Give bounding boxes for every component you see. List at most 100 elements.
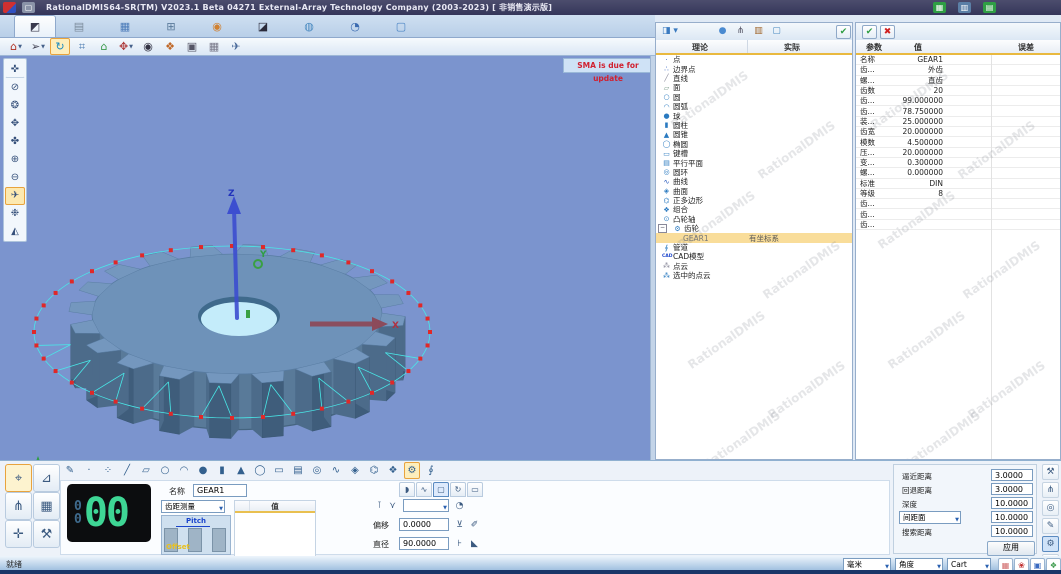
sensor-t-icon[interactable]: ⊺ [373,499,386,512]
curve-feature-icon[interactable]: ∿ [328,462,344,479]
probe-disable-icon[interactable]: ⊘ [5,78,25,96]
probe-param-input[interactable] [991,497,1033,509]
box-button[interactable]: ▦ [204,38,224,55]
monitor-ribbon-tab[interactable]: ▢ [378,16,424,37]
name-input[interactable] [193,484,247,497]
circle-feature-icon[interactable]: ○ [157,462,173,479]
expand-toggle-icon[interactable]: − [658,224,667,233]
probe-mode-tab[interactable]: ◗ [399,482,415,497]
measure-mode-dropdown[interactable]: 齿距测量▼ [161,500,225,513]
card-mode-tab[interactable]: ▭ [467,482,483,497]
tree-checkbox[interactable]: ✔ [836,25,851,39]
offset-input[interactable] [399,518,449,531]
probe-param-input[interactable] [991,469,1033,481]
axes-dropdown-arrow[interactable]: ▼ [129,44,133,50]
close-icon[interactable]: ✖ [880,25,895,39]
camera-label-button[interactable]: ▣ [182,38,202,55]
probe-ribbon-tab[interactable]: ◩ [14,15,56,37]
probe-scan-icon[interactable]: ❉ [5,205,25,223]
sensor-y-icon[interactable]: ⋎ [386,499,399,512]
probe-param-input[interactable] [991,483,1033,495]
probe-manual-icon[interactable]: ✥ [5,114,25,132]
auto-run-icon[interactable]: ◔ [453,499,466,512]
eye-button[interactable]: ◉ [138,38,158,55]
point-grid-feature-icon[interactable]: ⁘ [100,462,116,479]
orbit-button[interactable]: ↻ [50,38,70,55]
clock-ribbon-tab[interactable]: ◔ [332,16,378,37]
target-icon[interactable]: ◎ [1042,500,1059,516]
diameter-apply-icon[interactable]: ◣ [468,537,481,550]
measure-feature-button[interactable]: ⌖ [5,464,32,492]
combine-feature-icon[interactable]: ❖ [385,462,401,479]
tree-item-line[interactable]: ╱直线 [656,74,852,83]
fly-probe-button[interactable]: ✈ [226,38,246,55]
gear-feature-icon[interactable]: ⚙ [404,462,420,479]
machine-button[interactable]: ⚒ [33,520,60,548]
probe-align-icon[interactable]: ◭ [5,223,25,241]
ellipse-feature-icon[interactable]: ◯ [252,462,268,479]
line-feature-icon[interactable]: ╱ [119,462,135,479]
probe-view-icon[interactable]: ⋔ [734,25,747,37]
apply-button[interactable]: 应用 [987,541,1035,556]
feature-cube-icon[interactable]: ◨ ▾ [662,25,678,37]
alignment-axes-button[interactable]: ✛ [5,520,32,548]
sphere-view-icon[interactable]: ● [716,25,729,37]
calculator-button[interactable]: ▦ [33,492,60,520]
table-ribbon-tab[interactable]: ▦ [102,16,148,37]
plane-feature-icon[interactable]: ▱ [138,462,154,479]
probe-pen-feature-icon[interactable]: ✎ [62,462,78,479]
probe-fly-icon[interactable]: ✈ [5,187,25,205]
sphere-feature-icon[interactable]: ● [195,462,211,479]
axes-button[interactable]: ✥▼ [116,38,136,55]
surface-feature-icon[interactable]: ◈ [347,462,363,479]
param-row[interactable]: 齿... [856,220,1060,230]
diameter-input[interactable] [399,537,449,550]
shield-ribbon-tab[interactable]: ◍ [286,16,332,37]
tolerance-dropdown[interactable]: ▼ [403,499,449,512]
ink-ribbon-tab[interactable]: ◪ [240,16,286,37]
zoom-region-button[interactable]: ⌗ [72,38,92,55]
machine-icon[interactable]: ⚒ [1042,464,1059,480]
remote-monitor-icon[interactable]: ▦ [933,2,946,13]
parallel-planes-feature-icon[interactable]: ▤ [290,462,306,479]
angle-tool-button[interactable]: ⊿ [33,464,60,492]
rotate-mode-tab[interactable]: ↻ [450,482,466,497]
house-3d-button[interactable]: ⌂ [94,38,114,55]
settings-gear-icon[interactable]: ⚙ [1042,536,1059,552]
curve-mode-tab[interactable]: ∿ [416,482,432,497]
pin-icon[interactable]: ✜ [5,60,25,78]
palette-button[interactable]: ❖ [160,38,180,55]
document-ribbon-tab[interactable]: ▤ [56,16,102,37]
spacing-plane-dropdown[interactable]: 间距面▼ [899,511,961,524]
basket-view-icon[interactable]: ▥ [752,25,765,37]
probe-param-input[interactable] [991,511,1033,523]
tree-item-selected-point-cloud[interactable]: ⁂选中的点云 [656,271,852,280]
offset-edit-icon[interactable]: ✐ [468,518,481,531]
cursor-button[interactable]: ➢▼ [28,38,48,55]
cursor-dropdown-arrow[interactable]: ▼ [41,44,45,50]
probe-param-input[interactable] [991,525,1033,537]
confirm-checkbox[interactable]: ✔ [862,25,877,39]
display-icon[interactable]: ▥ [958,2,971,13]
torus-feature-icon[interactable]: ◎ [309,462,325,479]
cone-feature-icon[interactable]: ▲ [233,462,249,479]
probe-teach-icon[interactable]: ⊖ [5,169,25,187]
tree-item-arc[interactable]: ◠圆弧 [656,102,852,111]
offset-pick-icon[interactable]: ⊻ [453,518,466,531]
colors-ribbon-tab[interactable]: ◉ [194,16,240,37]
probe-icon[interactable]: ⋔ [1042,482,1059,498]
probe-rotate-icon[interactable]: ✤ [5,132,25,150]
viewport-3d[interactable]: ZXY ✜⊘❂✥✤⊕⊖✈❉◭ SMA is due for update [0,56,650,460]
home-button[interactable]: ⌂▼ [6,38,26,55]
probe-add-icon[interactable]: ⊕ [5,150,25,168]
printer-ribbon-tab[interactable]: ⊞ [148,16,194,37]
window-mode-tab[interactable]: ▢ [433,482,449,497]
tree-item-plane[interactable]: ▱面 [656,83,852,92]
edit-probe-icon[interactable]: ✎ [1042,518,1059,534]
screen-view-icon[interactable]: ▢ [770,25,783,37]
slot-feature-icon[interactable]: ▭ [271,462,287,479]
diameter-pick-icon[interactable]: ⊦ [453,537,466,550]
polygon-feature-icon[interactable]: ⌬ [366,462,382,479]
cylinder-feature-icon[interactable]: ▮ [214,462,230,479]
probe-tool-button[interactable]: ⋔ [5,492,32,520]
